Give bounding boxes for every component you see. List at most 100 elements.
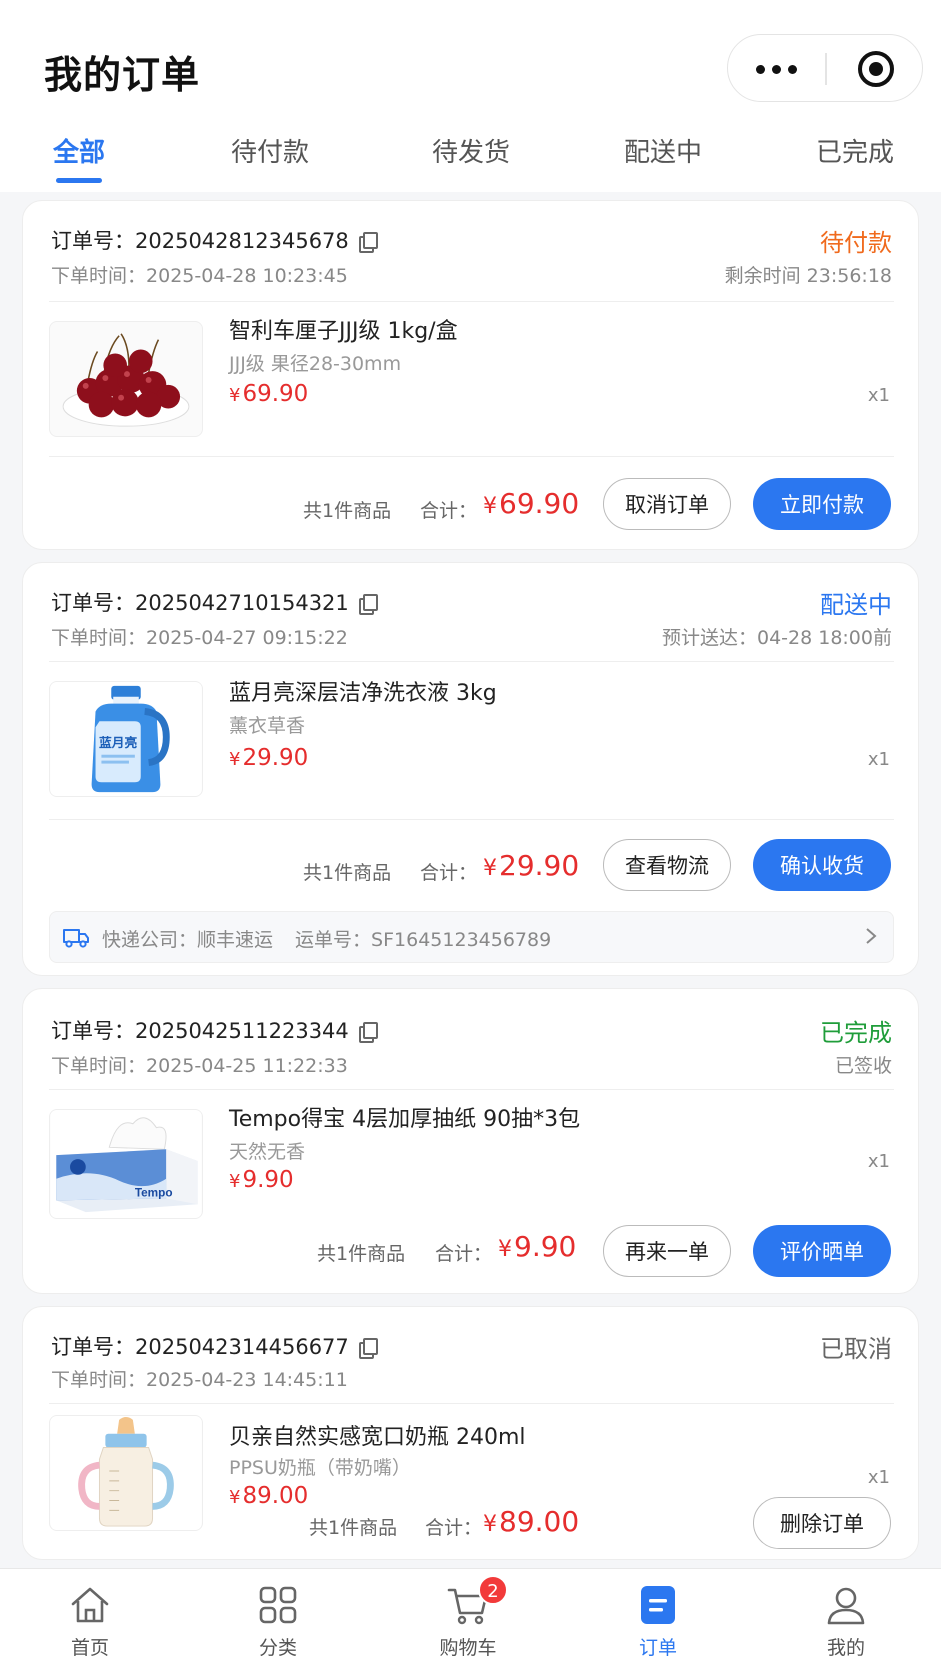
nav-home-label: 首页 (70, 1637, 109, 1659)
copy-icon[interactable] (358, 594, 378, 615)
divider (49, 1089, 894, 1090)
order-time-label: 下单时间： (51, 265, 147, 287)
product-name[interactable]: 智利车厘子JJJ级 1kg/盒 (229, 313, 458, 345)
order-status: 已完成 (820, 1019, 892, 1047)
order-number: 订单号：2025042710154321 (51, 587, 378, 617)
write-review-button[interactable]: 评价晒单 (753, 1225, 891, 1277)
divider (49, 819, 894, 820)
currency-symbol: ¥ (229, 1487, 241, 1508)
order-card[interactable]: 订单号：2025042314456677 下单时间：2025-04-23 14:… (22, 1306, 919, 1560)
product-spec: JJJ级 果径28-30mm (229, 353, 402, 375)
divider (49, 456, 894, 457)
order-tabs: 全部 待付款 待发货 配送中 已完成 (0, 124, 941, 192)
copy-icon[interactable] (358, 1022, 378, 1043)
total-label: 合计： (420, 500, 478, 522)
currency-symbol: ¥ (229, 1171, 241, 1192)
nav-category-label: 分类 (258, 1637, 297, 1659)
logistics-info-bar[interactable]: 快递公司：顺丰速运 运单号：SF1645123456789 (49, 911, 894, 963)
divider (49, 1403, 894, 1404)
order-time-label: 下单时间： (51, 627, 147, 649)
order-time-value: 2025-04-28 10:23:45 (146, 265, 348, 287)
bottom-navigation: 首页 分类 2 购物车 订单 我的 (0, 1568, 941, 1672)
pay-now-button[interactable]: 立即付款 (753, 478, 891, 530)
order-number-label: 订单号： (51, 1019, 135, 1043)
nav-home[interactable]: 首页 (30, 1569, 150, 1672)
order-number-value: 2025042710154321 (135, 591, 349, 615)
order-total: ¥69.90 (483, 487, 579, 520)
order-status: 待付款 (820, 229, 892, 257)
product-name[interactable]: 蓝月亮深层洁净洗衣液 3kg (229, 675, 497, 707)
product-price-value: 69.90 (242, 381, 309, 407)
more-icon[interactable] (728, 35, 825, 103)
nav-orders-label: 订单 (638, 1637, 677, 1659)
product-name[interactable]: Tempo得宝 4层加厚抽纸 90抽*3包 (229, 1101, 580, 1133)
order-total-value: 89.00 (499, 1505, 580, 1538)
order-number-label: 订单号： (51, 1335, 135, 1359)
order-card[interactable]: 订单号：2025042710154321 下单时间：2025-04-27 09:… (22, 562, 919, 976)
product-price: ¥29.90 (229, 745, 308, 771)
payment-countdown: 剩余时间 23:56:18 (724, 265, 892, 287)
nav-profile[interactable]: 我的 (786, 1569, 906, 1672)
cancel-order-button[interactable]: 取消订单 (603, 478, 731, 530)
product-image-cherries[interactable] (49, 321, 203, 437)
close-miniprogram-icon[interactable] (858, 51, 894, 87)
tab-pending-payment[interactable]: 待付款 (231, 132, 309, 169)
order-status: 配送中 (820, 591, 892, 619)
nav-profile-label: 我的 (826, 1637, 865, 1659)
order-time-label: 下单时间： (51, 1369, 147, 1391)
order-total: ¥9.90 (498, 1230, 576, 1263)
page-title: 我的订单 (44, 53, 201, 97)
order-number-value: 2025042812345678 (135, 229, 349, 253)
order-time-value: 2025-04-27 09:15:22 (146, 627, 348, 649)
order-icon (641, 1586, 675, 1624)
category-icon (259, 1586, 297, 1624)
divider (49, 661, 894, 662)
order-number: 订单号：2025042314456677 (51, 1331, 378, 1361)
order-total: ¥89.00 (483, 1505, 579, 1538)
signed-status: 已签收 (834, 1055, 892, 1077)
home-icon (71, 1587, 109, 1623)
copy-icon[interactable] (358, 232, 378, 253)
capsule-divider (825, 53, 827, 85)
product-spec: PPSU奶瓶（带奶嘴） (229, 1457, 411, 1479)
currency-symbol: ¥ (498, 1237, 512, 1262)
tab-pending-shipment[interactable]: 待发货 (432, 132, 510, 169)
currency-symbol: ¥ (483, 1512, 497, 1537)
tab-shipping[interactable]: 配送中 (624, 132, 702, 169)
order-total-value: 9.90 (514, 1230, 577, 1263)
order-number: 订单号：2025042511223344 (51, 1015, 378, 1045)
buy-again-button[interactable]: 再来一单 (603, 1225, 731, 1277)
order-time: 下单时间：2025-04-27 09:15:22 (51, 623, 348, 650)
product-name[interactable]: 贝亲自然实感宽口奶瓶 240ml (229, 1419, 526, 1451)
copy-icon[interactable] (358, 1338, 378, 1359)
nav-orders[interactable]: 订单 (598, 1569, 718, 1672)
nav-category[interactable]: 分类 (218, 1569, 338, 1672)
active-tab-indicator (56, 178, 102, 183)
order-number-label: 订单号： (51, 229, 135, 253)
order-card[interactable]: 订单号：2025042511223344 下单时间：2025-04-25 11:… (22, 988, 919, 1294)
tab-completed[interactable]: 已完成 (816, 132, 894, 169)
product-image-baby-bottle[interactable] (49, 1415, 203, 1531)
tab-all[interactable]: 全部 (53, 132, 105, 169)
order-total-value: 29.90 (499, 849, 580, 882)
product-quantity: x1 (867, 1467, 890, 1488)
item-count: 共1件商品 (309, 1517, 398, 1539)
currency-symbol: ¥ (229, 749, 241, 770)
delete-order-button[interactable]: 删除订单 (753, 1497, 891, 1549)
product-image-detergent[interactable]: 蓝月亮 (49, 681, 203, 797)
product-image-tissue[interactable]: Tempo (49, 1109, 203, 1219)
confirm-receipt-button[interactable]: 确认收货 (753, 839, 891, 891)
product-price-value: 9.90 (242, 1167, 294, 1193)
order-time-value: 2025-04-23 14:45:11 (146, 1369, 348, 1391)
nav-cart[interactable]: 2 购物车 (408, 1569, 528, 1672)
order-time: 下单时间：2025-04-25 11:22:33 (51, 1051, 348, 1078)
order-time: 下单时间：2025-04-28 10:23:45 (51, 261, 348, 288)
nav-cart-label: 购物车 (439, 1637, 497, 1659)
order-number-value: 2025042314456677 (135, 1335, 349, 1359)
order-card[interactable]: 订单号：2025042812345678 下单时间：2025-04-28 10:… (22, 200, 919, 550)
estimated-delivery: 预计送达：04-28 18:00前 (661, 627, 892, 649)
product-spec: 天然无香 (229, 1141, 306, 1163)
view-logistics-button[interactable]: 查看物流 (603, 839, 731, 891)
product-price: ¥89.00 (229, 1483, 308, 1509)
product-price: ¥69.90 (229, 381, 308, 407)
